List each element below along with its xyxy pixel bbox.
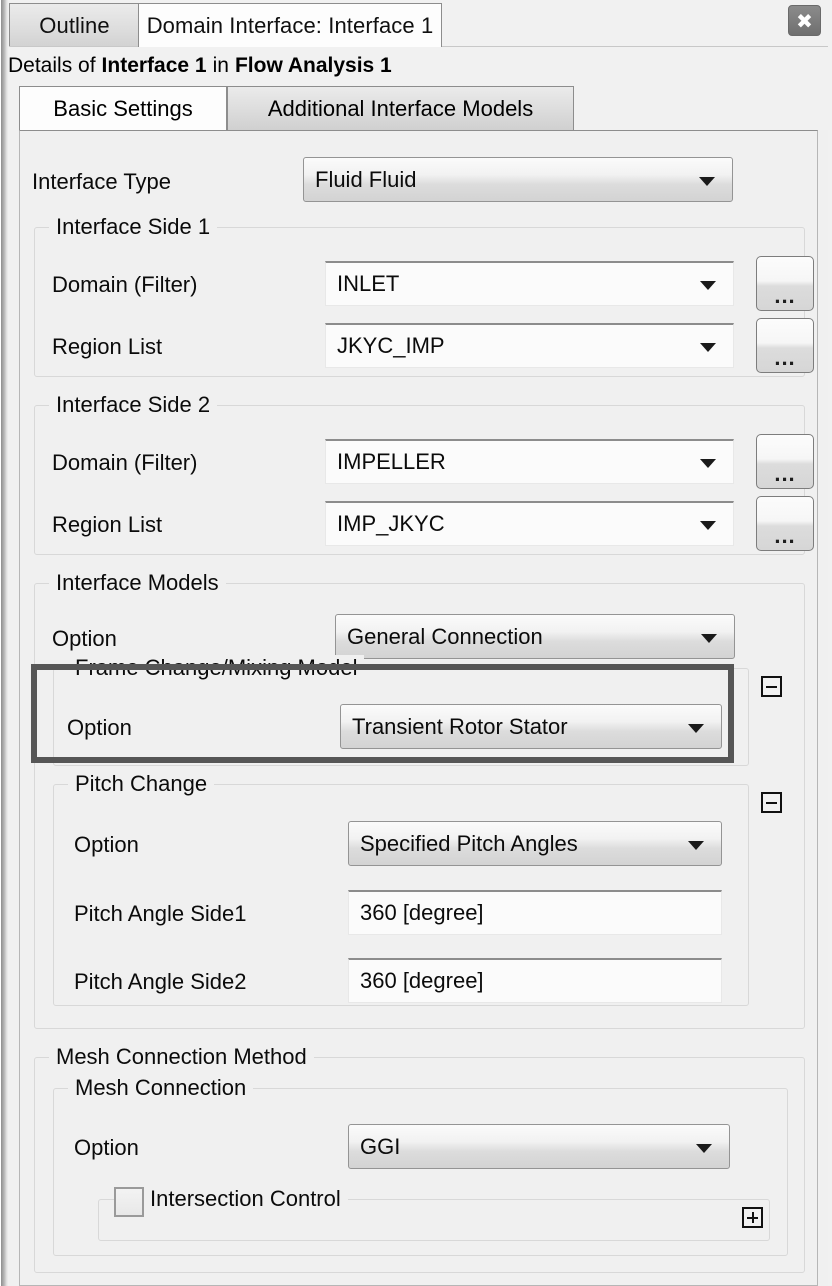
pitch-change-option-combobox[interactable]: Specified Pitch Angles <box>348 821 722 866</box>
pitch-change-option-value: Specified Pitch Angles <box>360 831 578 857</box>
group-interface-side-1: Interface Side 1 Domain (Filter) INLET .… <box>34 227 805 377</box>
ellipsis-icon: ... <box>774 351 795 364</box>
mesh-connection-option-value: GGI <box>360 1134 400 1160</box>
group-mesh-connection-method-title: Mesh Connection Method <box>49 1044 314 1070</box>
group-interface-side-1-title: Interface Side 1 <box>49 214 217 240</box>
group-interface-models-title: Interface Models <box>49 570 226 596</box>
side2-domain-filter-combobox[interactable]: IMPELLER <box>325 439 734 484</box>
interface-models-option-value: General Connection <box>347 624 543 650</box>
tab-outline[interactable]: Outline <box>9 3 140 47</box>
pitch-angle-side2-label: Pitch Angle Side2 <box>74 969 246 995</box>
interface-models-option-label: Option <box>52 626 117 652</box>
details-object-name: Interface 1 <box>102 54 207 78</box>
interface-models-option-combobox[interactable]: General Connection <box>335 614 735 659</box>
frame-change-collapse-minus-icon[interactable] <box>761 676 782 697</box>
side2-region-list-combobox[interactable]: IMP_JKYC <box>325 501 734 546</box>
intersection-control-label: Intersection Control <box>143 1186 348 1212</box>
ellipsis-icon: ... <box>774 289 795 302</box>
side1-domain-filter-combobox[interactable]: INLET <box>325 261 734 306</box>
settings-tabstrip: Basic Settings Additional Interface Mode… <box>9 84 832 130</box>
group-intersection-control: Intersection Control <box>98 1199 770 1241</box>
side2-region-list-label: Region List <box>52 512 162 538</box>
interface-type-combobox[interactable]: Fluid Fluid <box>303 157 733 202</box>
group-frame-change-mixing-model: Frame Change/Mixing Model Option Transie… <box>53 668 749 766</box>
pitch-change-option-label: Option <box>74 832 139 858</box>
tab-domain-interface[interactable]: Domain Interface: Interface 1 <box>138 3 442 47</box>
window-left-edge <box>0 0 9 1286</box>
pitch-angle-side1-label: Pitch Angle Side1 <box>74 901 246 927</box>
group-frame-change-mixing-model-title: Frame Change/Mixing Model <box>68 655 364 681</box>
tab-additional-interface-models-label: Additional Interface Models <box>268 96 533 122</box>
tab-basic-settings[interactable]: Basic Settings <box>19 86 227 130</box>
intersection-control-checkbox[interactable] <box>114 1187 144 1217</box>
group-pitch-change: Pitch Change Option Specified Pitch Angl… <box>53 784 749 1006</box>
ellipsis-icon: ... <box>774 529 795 542</box>
pitch-angle-side1-value: 360 [degree] <box>360 900 484 926</box>
details-context-name: Flow Analysis 1 <box>235 54 392 78</box>
mesh-connection-option-label: Option <box>74 1135 139 1161</box>
mesh-connection-option-combobox[interactable]: GGI <box>348 1124 730 1169</box>
side2-region-list-value: IMP_JKYC <box>337 511 445 537</box>
group-mesh-connection-title: Mesh Connection <box>68 1075 253 1101</box>
group-interface-side-2-title: Interface Side 2 <box>49 392 217 418</box>
frame-change-option-value: Transient Rotor Stator <box>352 714 568 740</box>
group-pitch-change-title: Pitch Change <box>68 771 214 797</box>
group-mesh-connection-method: Mesh Connection Method Mesh Connection O… <box>34 1057 805 1273</box>
basic-settings-panel: Interface Type Fluid Fluid Interface Sid… <box>19 130 818 1286</box>
details-prefix: Details of <box>8 54 96 78</box>
side1-domain-filter-browse-button[interactable]: ... <box>756 256 814 311</box>
side2-domain-filter-browse-button[interactable]: ... <box>756 434 814 489</box>
ellipsis-icon: ... <box>774 467 795 480</box>
group-interface-side-2: Interface Side 2 Domain (Filter) IMPELLE… <box>34 405 805 555</box>
side2-region-list-browse-button[interactable]: ... <box>756 496 814 551</box>
side2-domain-filter-label: Domain (Filter) <box>52 450 197 476</box>
pitch-angle-side1-input[interactable]: 360 [degree] <box>348 890 722 935</box>
frame-change-option-label: Option <box>67 715 132 741</box>
side1-domain-filter-value: INLET <box>337 271 399 297</box>
pitch-change-collapse-minus-icon[interactable] <box>761 792 782 813</box>
details-header: Details of Interface 1 in Flow Analysis … <box>0 47 832 84</box>
window-right-edge <box>828 0 832 1286</box>
tab-domain-interface-label: Domain Interface: Interface 1 <box>147 13 434 39</box>
group-interface-models: Interface Models Option General Connecti… <box>34 583 805 1029</box>
side1-region-list-value: JKYC_IMP <box>337 333 445 359</box>
window-tabstrip: Outline Domain Interface: Interface 1 ✖ <box>0 0 832 47</box>
interface-type-value: Fluid Fluid <box>315 167 416 193</box>
side2-domain-filter-value: IMPELLER <box>337 449 446 475</box>
interface-type-label: Interface Type <box>32 169 171 195</box>
group-mesh-connection: Mesh Connection Option GGI Intersection … <box>53 1088 788 1256</box>
tab-additional-interface-models[interactable]: Additional Interface Models <box>227 86 574 130</box>
intersection-control-expand-plus-icon[interactable] <box>742 1207 763 1228</box>
pitch-angle-side2-value: 360 [degree] <box>360 968 484 994</box>
details-middle: in <box>213 54 229 78</box>
side1-domain-filter-label: Domain (Filter) <box>52 272 197 298</box>
domain-interface-window: Outline Domain Interface: Interface 1 ✖ … <box>0 0 832 1286</box>
tab-outline-label: Outline <box>39 13 109 39</box>
close-icon: ✖ <box>796 11 813 31</box>
side1-region-list-combobox[interactable]: JKYC_IMP <box>325 323 734 368</box>
side1-region-list-browse-button[interactable]: ... <box>756 318 814 373</box>
side1-region-list-label: Region List <box>52 334 162 360</box>
frame-change-option-combobox[interactable]: Transient Rotor Stator <box>340 704 722 749</box>
close-button[interactable]: ✖ <box>788 5 821 36</box>
pitch-angle-side2-input[interactable]: 360 [degree] <box>348 958 722 1003</box>
tab-basic-settings-label: Basic Settings <box>53 96 192 122</box>
